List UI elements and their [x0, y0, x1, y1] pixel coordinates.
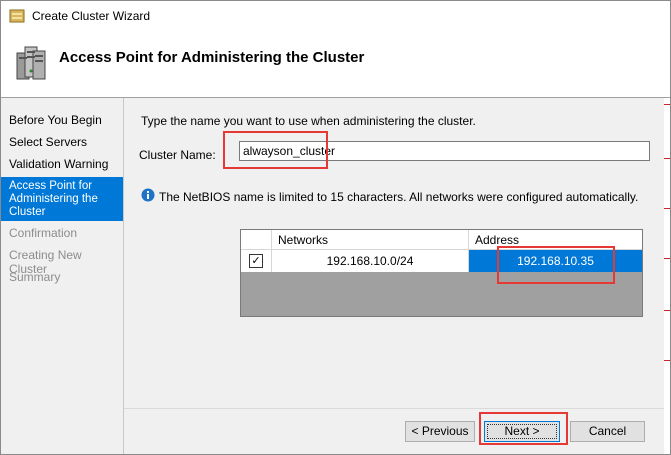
step-before-you-begin[interactable]: Before You Begin: [9, 113, 121, 127]
wizard-window: Create Cluster Wizard Access Point for A…: [0, 0, 671, 455]
cluster-name-label: Cluster Name:: [139, 148, 216, 162]
cluster-name-input[interactable]: alwayson_cluster: [239, 141, 650, 161]
info-icon: [141, 188, 155, 202]
row-check-cell: ✓: [241, 250, 272, 272]
networks-grid: Networks Address ✓ 192.168.10.0/24 192.1…: [240, 229, 643, 317]
edge-mark: [664, 310, 670, 311]
window-title: Create Cluster Wizard: [32, 9, 151, 23]
header-networks[interactable]: Networks: [272, 230, 469, 249]
header-check-column: [241, 230, 272, 249]
cluster-servers-icon: [15, 43, 47, 83]
page-title: Access Point for Administering the Clust…: [59, 49, 365, 66]
header-networks-label: Networks: [278, 233, 329, 247]
edge-mark: [664, 258, 670, 259]
next-button[interactable]: Next >: [484, 421, 560, 442]
netbios-info-text: The NetBIOS name is limited to 15 charac…: [159, 190, 639, 204]
wizard-footer: < Previous Next > Cancel: [124, 408, 670, 454]
step-validation-warning[interactable]: Validation Warning: [9, 157, 121, 171]
wizard-app-icon: [9, 9, 25, 23]
title-bar: Create Cluster Wizard: [1, 1, 670, 31]
wizard-content: Type the name you want to use when admin…: [124, 98, 670, 408]
header-address-label: Address: [475, 233, 520, 247]
step-confirmation: Confirmation: [9, 226, 78, 240]
step-select-servers[interactable]: Select Servers: [9, 135, 121, 149]
instruction-text: Type the name you want to use when admin…: [141, 114, 476, 128]
network-cell: 192.168.10.0/24: [272, 250, 469, 272]
table-row[interactable]: ✓ 192.168.10.0/24 192.168.10.35: [241, 250, 642, 272]
edge-mark: [664, 208, 670, 209]
grid-header-row: Networks Address: [241, 230, 642, 250]
next-button-label: Next >: [487, 424, 557, 439]
previous-button[interactable]: < Previous: [405, 421, 475, 442]
wizard-header: Access Point for Administering the Clust…: [1, 31, 670, 97]
address-value: 192.168.10.35: [517, 254, 594, 268]
network-value: 192.168.10.0/24: [326, 254, 414, 268]
network-checkbox[interactable]: ✓: [249, 254, 263, 268]
step-summary: Summary: [9, 270, 61, 284]
header-address[interactable]: Address: [469, 230, 642, 249]
edge-mark: [664, 360, 670, 361]
right-edge-strip: [664, 98, 670, 454]
wizard-steps-sidebar: Before You Begin Select Servers Validati…: [1, 98, 124, 454]
step-access-point[interactable]: Access Point for Administering the Clust…: [1, 177, 123, 221]
edge-mark: [664, 104, 670, 105]
address-cell[interactable]: 192.168.10.35: [469, 250, 642, 272]
edge-mark: [664, 158, 670, 159]
cancel-button[interactable]: Cancel: [570, 421, 645, 442]
